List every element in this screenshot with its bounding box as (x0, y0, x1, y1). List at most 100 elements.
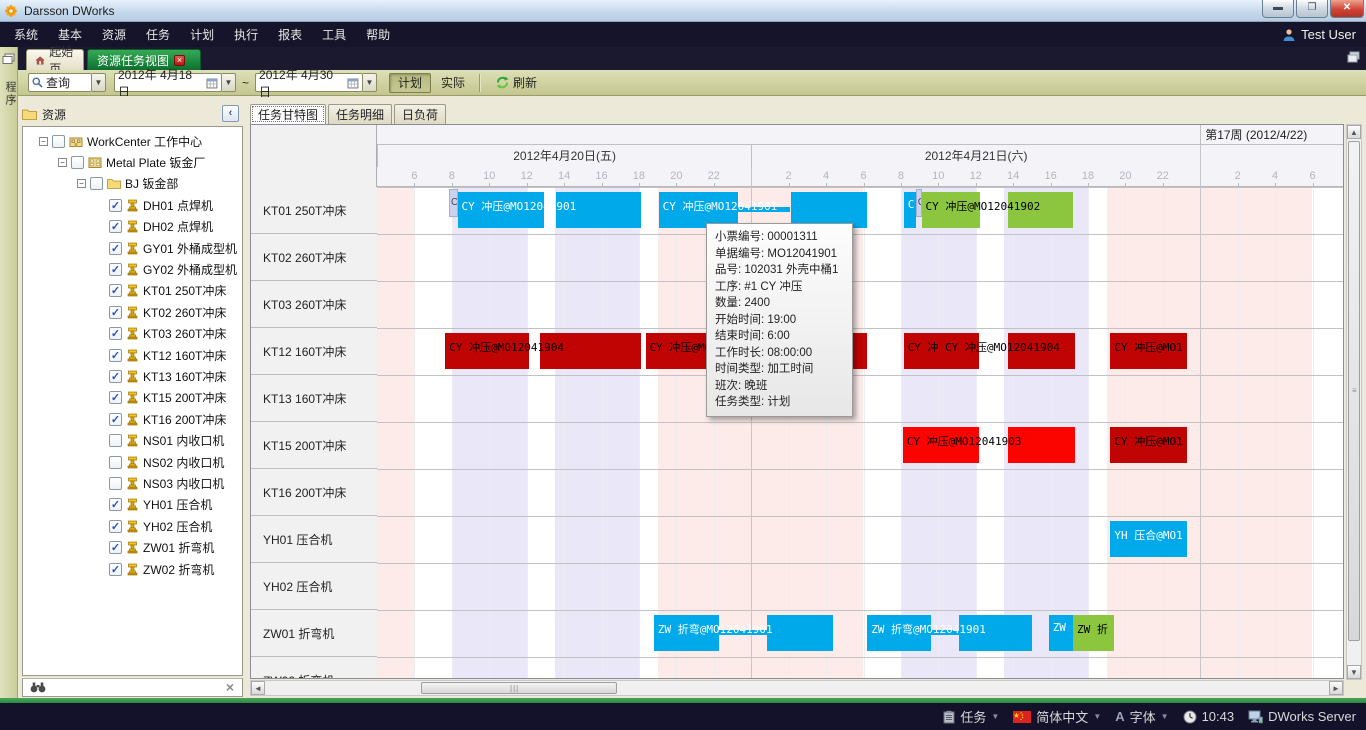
tree-node-yh01[interactable]: ✓YH01 压合机 (109, 496, 212, 514)
collapse-panel-button[interactable]: ‹ (222, 105, 239, 122)
tree-checkbox[interactable] (109, 456, 122, 469)
maximize-button[interactable]: ❐ (1296, 0, 1328, 18)
tab-close-icon[interactable]: × (174, 55, 185, 66)
status-item-clipboard[interactable]: 任务▼ (943, 707, 999, 726)
app-gear-icon (4, 4, 18, 18)
refresh-button[interactable]: 刷新 (488, 73, 545, 93)
tree-node-metal[interactable]: −Metal Plate 钣金厂 (58, 153, 205, 171)
tree-node-kt03[interactable]: ✓KT03 260T冲床 (109, 325, 226, 343)
shift-stripe (377, 658, 414, 679)
tree-checkbox[interactable] (90, 177, 103, 190)
date-to-dropdown-icon[interactable]: ▼ (363, 73, 377, 92)
gantt-horizontal-scrollbar[interactable]: ◄ ||| ► (250, 680, 1344, 696)
hour-tick-label: 14 (998, 170, 1028, 182)
search-label: 查询 (46, 74, 70, 91)
tree-node-zw02[interactable]: ✓ZW02 折弯机 (109, 560, 214, 578)
calendar-icon[interactable] (347, 77, 359, 89)
hour-tick-label: 14 (549, 170, 579, 182)
chevron-down-icon[interactable]: ▼ (991, 712, 999, 721)
tree-node-workcenter[interactable]: − WorkCenter 工作中心 (39, 132, 202, 150)
tree-checkbox[interactable]: ✓ (109, 220, 122, 233)
menu-item-7[interactable]: 工具 (312, 26, 356, 43)
binoculars-icon[interactable] (30, 682, 46, 693)
search-input[interactable]: 查询 (28, 73, 92, 92)
tab-daily-load[interactable]: 日负荷 (394, 104, 446, 124)
tree-checkbox[interactable] (71, 156, 84, 169)
scroll-right-icon[interactable]: ► (1329, 681, 1343, 695)
tree-checkbox[interactable]: ✓ (109, 370, 122, 383)
menu-item-4[interactable]: 计划 (180, 26, 224, 43)
minimize-button[interactable]: ▬ (1262, 0, 1294, 18)
tree-checkbox[interactable] (52, 135, 65, 148)
calendar-icon[interactable] (206, 77, 218, 89)
tree-node-dh02[interactable]: ✓DH02 点焊机 (109, 218, 213, 236)
date-from-dropdown-icon[interactable]: ▼ (222, 73, 236, 92)
date-from-field[interactable]: 2012年 4月18日 (114, 73, 222, 92)
scroll-left-icon[interactable]: ◄ (251, 681, 265, 695)
chevron-down-icon[interactable]: ▼ (1161, 712, 1169, 721)
menu-item-6[interactable]: 报表 (268, 26, 312, 43)
tree-node-zw01[interactable]: ✓ZW01 折弯机 (109, 539, 214, 557)
tree-checkbox[interactable]: ✓ (109, 284, 122, 297)
tree-checkbox[interactable] (109, 434, 122, 447)
tree-node-ns01[interactable]: NS01 内收口机 (109, 432, 224, 450)
tree-node-kt15[interactable]: ✓KT15 200T冲床 (109, 389, 226, 407)
tree-node-kt13[interactable]: ✓KT13 160T冲床 (109, 367, 226, 385)
menu-item-2[interactable]: 资源 (92, 26, 136, 43)
actual-toggle-button[interactable]: 实际 (433, 73, 473, 93)
tree-expander-icon[interactable]: − (77, 179, 86, 188)
tree-node-yh02[interactable]: ✓YH02 压合机 (109, 517, 212, 535)
tree-node-kt12[interactable]: ✓KT12 160T冲床 (109, 346, 226, 364)
close-button[interactable]: ✕ (1330, 0, 1364, 18)
user-box[interactable]: Test User (1282, 22, 1356, 47)
menu-item-0[interactable]: 系统 (4, 26, 48, 43)
scroll-up-icon[interactable]: ▲ (1347, 125, 1361, 139)
tree-node-dh01[interactable]: ✓DH01 点焊机 (109, 196, 213, 214)
tree-checkbox[interactable]: ✓ (109, 391, 122, 404)
tab-home[interactable]: 起始页 (26, 49, 84, 70)
tree-node-kt01[interactable]: ✓KT01 250T冲床 (109, 282, 226, 300)
status-item-font[interactable]: A字体▼ (1115, 707, 1168, 726)
tree-node-gy02[interactable]: ✓GY02 外桶成型机 (109, 260, 237, 278)
tree-checkbox[interactable]: ✓ (109, 242, 122, 255)
tree-checkbox[interactable] (109, 477, 122, 490)
tree-checkbox[interactable]: ✓ (109, 541, 122, 554)
tree-checkbox[interactable]: ✓ (109, 199, 122, 212)
menu-item-8[interactable]: 帮助 (356, 26, 400, 43)
status-item-flag[interactable]: 简体中文▼ (1013, 707, 1101, 726)
menu-item-1[interactable]: 基本 (48, 26, 92, 43)
tree-expander-icon[interactable]: − (58, 158, 67, 167)
tab-gantt-chart[interactable]: 任务甘特图 (250, 104, 326, 124)
tab-task-detail[interactable]: 任务明细 (328, 104, 392, 124)
tree-checkbox[interactable]: ✓ (109, 263, 122, 276)
clear-search-icon[interactable]: × (226, 679, 234, 695)
tree-node-ns03[interactable]: NS03 内收口机 (109, 474, 224, 492)
tree-checkbox[interactable]: ✓ (109, 498, 122, 511)
tree-expander-icon[interactable]: − (39, 137, 48, 146)
tree-node-kt02[interactable]: ✓KT02 260T冲床 (109, 303, 226, 321)
tree-checkbox[interactable]: ✓ (109, 520, 122, 533)
tree-checkbox[interactable]: ✓ (109, 306, 122, 319)
plan-toggle-button[interactable]: 计划 (389, 73, 431, 93)
tree-node-kt16[interactable]: ✓KT16 200T冲床 (109, 410, 226, 428)
windows-icon[interactable] (1347, 51, 1360, 63)
search-dropdown-icon[interactable]: ▼ (92, 73, 106, 92)
vscroll-thumb[interactable]: ≡ (1348, 141, 1360, 641)
date-to-field[interactable]: 2012年 4月30日 (255, 73, 363, 92)
hscroll-thumb[interactable]: ||| (421, 682, 617, 694)
tree-checkbox[interactable]: ✓ (109, 327, 122, 340)
tree-checkbox[interactable]: ✓ (109, 563, 122, 576)
collapsed-panel-strip[interactable]: 程序 (0, 47, 18, 698)
tree-checkbox[interactable]: ✓ (109, 349, 122, 362)
tree-node-label: WorkCenter 工作中心 (87, 133, 202, 150)
tree-node-bj[interactable]: −BJ 钣金部 (77, 175, 178, 193)
gantt-vertical-scrollbar[interactable]: ▲ ≡ ▼ (1346, 124, 1362, 680)
chevron-down-icon[interactable]: ▼ (1093, 712, 1101, 721)
tree-checkbox[interactable]: ✓ (109, 413, 122, 426)
menu-item-3[interactable]: 任务 (136, 26, 180, 43)
scroll-down-icon[interactable]: ▼ (1347, 665, 1361, 679)
tree-node-gy01[interactable]: ✓GY01 外桶成型机 (109, 239, 237, 257)
tree-node-ns02[interactable]: NS02 内收口机 (109, 453, 224, 471)
menu-item-5[interactable]: 执行 (224, 26, 268, 43)
machine-icon (126, 263, 139, 276)
